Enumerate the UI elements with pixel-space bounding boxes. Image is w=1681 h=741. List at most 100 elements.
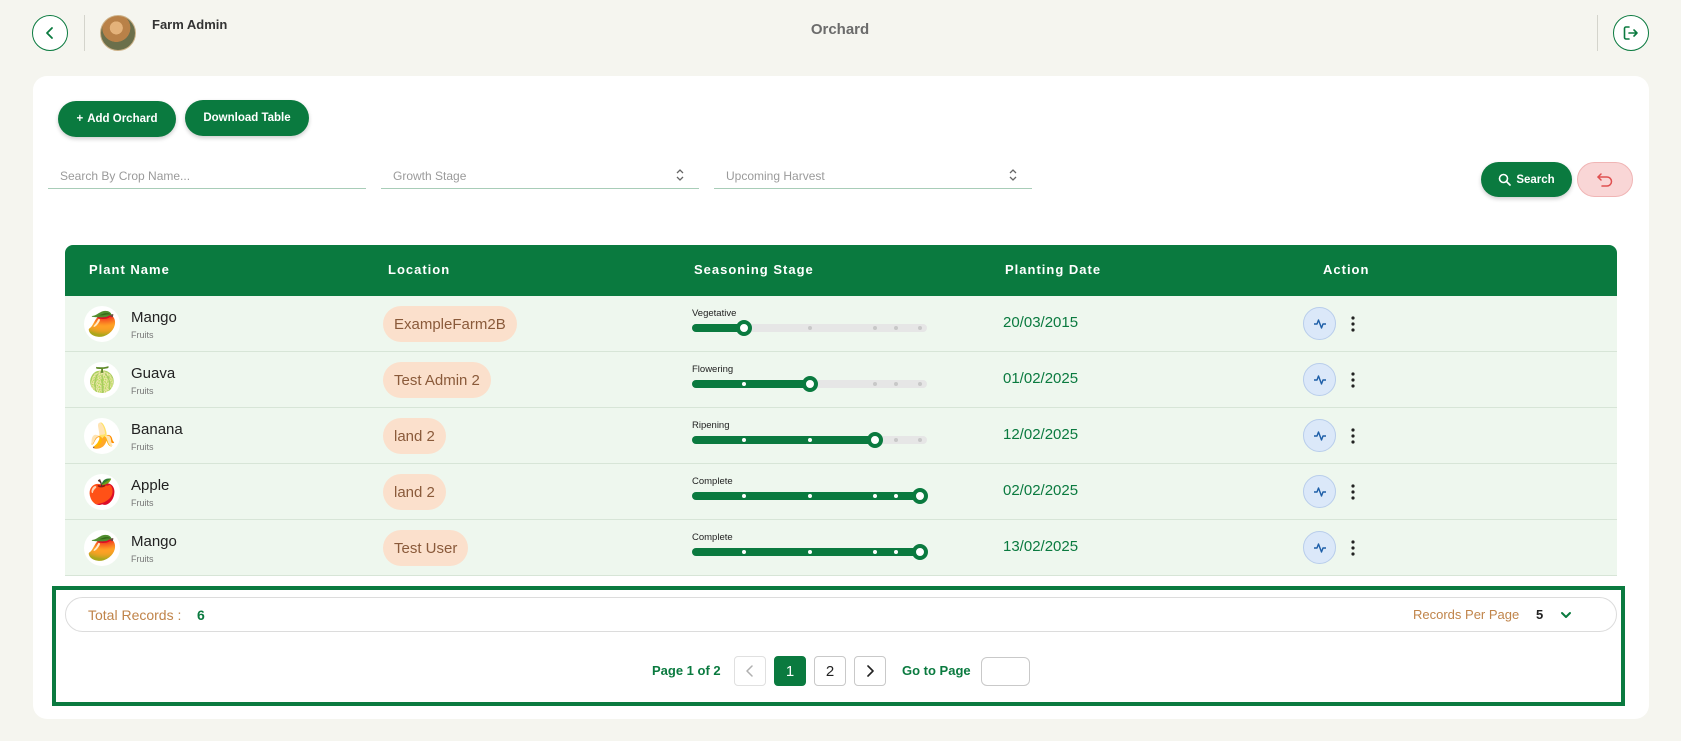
progress-knob	[911, 488, 928, 504]
activity-button[interactable]	[1303, 419, 1336, 452]
table-row: 🥭 Mango Fruits Test User Complete 13/02/…	[65, 520, 1617, 576]
progress-tick	[741, 494, 746, 498]
chevron-right-icon	[867, 665, 874, 677]
column-header-action: Action	[1323, 262, 1370, 277]
chevron-left-icon	[746, 665, 753, 677]
updown-chevron-icon	[676, 169, 684, 181]
next-page-button[interactable]	[854, 656, 886, 686]
fruit-icon: 🥭	[84, 306, 120, 342]
search-input[interactable]: Search By Crop Name...	[48, 163, 366, 189]
table-row: 🍎 Apple Fruits land 2 Complete 02/02/202…	[65, 464, 1617, 520]
undo-icon	[1597, 172, 1613, 187]
harvest-placeholder: Upcoming Harvest	[726, 168, 825, 183]
planting-date: 02/02/2025	[1003, 482, 1079, 499]
progress-tick	[894, 382, 899, 386]
more-options-button[interactable]	[1344, 310, 1362, 338]
chevron-down-icon[interactable]	[1560, 610, 1572, 620]
plant-name: Guava	[131, 365, 176, 382]
growth-stage-placeholder: Growth Stage	[393, 168, 467, 183]
total-records-label: Total Records :	[88, 607, 182, 623]
more-vertical-icon	[1351, 540, 1355, 556]
activity-icon	[1313, 486, 1326, 497]
column-header-planting-date: Planting Date	[1005, 262, 1102, 277]
divider	[84, 15, 85, 51]
location-chip: Test User	[383, 530, 469, 566]
column-header-plant-name: Plant Name	[89, 262, 170, 277]
download-table-button[interactable]: Download Table	[185, 100, 309, 136]
progress-fill	[692, 548, 920, 556]
prev-page-button[interactable]	[734, 656, 766, 686]
progress-tick	[917, 326, 922, 330]
table-header: Plant Name Location Seasoning Stage Plan…	[65, 245, 1617, 296]
page-button-1[interactable]: 1	[774, 656, 806, 686]
progress-tick	[807, 326, 812, 330]
progress-fill	[692, 492, 920, 500]
table-row: 🍌 Banana Fruits land 2 Ripening 12/02/20…	[65, 408, 1617, 464]
activity-button[interactable]	[1303, 531, 1336, 564]
avatar	[100, 15, 136, 51]
chevron-left-icon	[46, 27, 53, 39]
logout-icon	[1623, 26, 1638, 40]
activity-icon	[1313, 374, 1326, 385]
fruit-icon: 🍈	[84, 362, 120, 398]
plant-category: Fruits	[131, 330, 154, 340]
plant-category: Fruits	[131, 442, 154, 452]
table-row: 🥭 Mango Fruits ExampleFarm2B Vegetative …	[65, 296, 1617, 352]
plant-name: Mango	[131, 533, 177, 550]
planting-date: 12/02/2025	[1003, 426, 1079, 443]
stage-progress	[692, 320, 927, 336]
column-header-location: Location	[388, 262, 451, 277]
search-placeholder: Search By Crop Name...	[60, 168, 191, 183]
go-to-page-input[interactable]	[981, 657, 1030, 686]
add-orchard-label: Add Orchard	[87, 113, 158, 125]
progress-fill	[692, 436, 876, 444]
progress-tick	[917, 438, 922, 442]
progress-knob	[801, 376, 818, 392]
stage-progress	[692, 488, 928, 504]
progress-tick	[894, 438, 899, 442]
upcoming-harvest-select[interactable]: Upcoming Harvest	[714, 163, 1032, 189]
activity-button[interactable]	[1303, 307, 1336, 340]
progress-tick	[894, 326, 899, 330]
stage-progress	[692, 376, 927, 392]
back-button[interactable]	[32, 15, 68, 51]
progress-tick	[741, 438, 746, 442]
more-options-button[interactable]	[1344, 534, 1362, 562]
top-bar: Farm Admin Orchard	[0, 0, 1681, 70]
planting-date: 20/03/2015	[1003, 314, 1079, 331]
reset-button[interactable]	[1577, 162, 1633, 197]
progress-tick	[741, 382, 746, 386]
progress-tick	[917, 382, 922, 386]
search-button[interactable]: Search	[1481, 162, 1572, 197]
progress-tick	[807, 494, 812, 498]
plant-category: Fruits	[131, 498, 154, 508]
progress-fill	[692, 380, 810, 388]
planting-date: 01/02/2025	[1003, 370, 1079, 387]
fruit-icon: 🥭	[84, 530, 120, 566]
growth-stage-select[interactable]: Growth Stage	[381, 163, 699, 189]
activity-icon	[1313, 318, 1326, 329]
activity-button[interactable]	[1303, 363, 1336, 396]
plus-icon: +	[76, 113, 84, 125]
stage-progress	[692, 544, 928, 560]
records-per-page-value[interactable]: 5	[1536, 607, 1543, 622]
updown-chevron-icon	[1009, 169, 1017, 181]
logout-button[interactable]	[1613, 15, 1649, 51]
more-vertical-icon	[1351, 428, 1355, 444]
more-vertical-icon	[1351, 372, 1355, 388]
divider	[1597, 15, 1598, 51]
location-chip: land 2	[383, 418, 446, 454]
total-records-value: 6	[197, 607, 205, 623]
table-row: 🍈 Guava Fruits Test Admin 2 Flowering 01…	[65, 352, 1617, 408]
plant-category: Fruits	[131, 386, 154, 396]
page-button-2[interactable]: 2	[814, 656, 846, 686]
more-options-button[interactable]	[1344, 422, 1362, 450]
more-options-button[interactable]	[1344, 366, 1362, 394]
add-orchard-button[interactable]: + Add Orchard	[58, 101, 176, 137]
stage-label: Complete	[692, 532, 733, 543]
activity-button[interactable]	[1303, 475, 1336, 508]
progress-tick	[873, 326, 878, 330]
more-options-button[interactable]	[1344, 478, 1362, 506]
progress-tick	[807, 550, 812, 554]
location-chip: land 2	[383, 474, 446, 510]
